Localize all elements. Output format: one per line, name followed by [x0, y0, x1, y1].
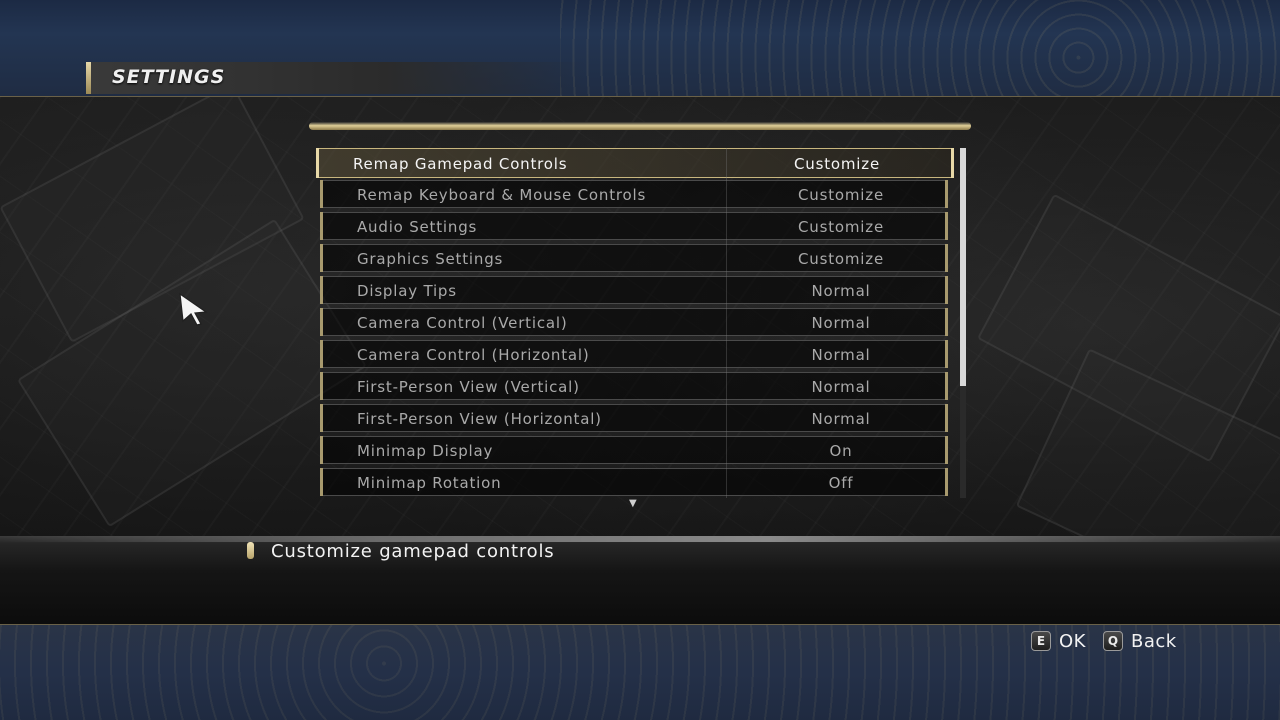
row-label: First-Person View (Vertical) — [357, 378, 580, 396]
row-value: Off — [828, 474, 854, 492]
settings-row-minimap-display[interactable]: Minimap Display On — [320, 436, 948, 464]
settings-row-camera-horizontal[interactable]: Camera Control (Horizontal) Normal — [320, 340, 948, 368]
settings-row-remap-keyboard-mouse[interactable]: Remap Keyboard & Mouse Controls Customiz… — [320, 180, 948, 208]
row-label: Display Tips — [357, 282, 457, 300]
column-divider — [726, 148, 727, 498]
row-label: Camera Control (Horizontal) — [357, 346, 590, 364]
settings-list: Remap Gamepad Controls Customize Remap K… — [316, 148, 954, 498]
scrollbar-thumb[interactable] — [960, 148, 966, 386]
description-marker-icon — [247, 542, 254, 559]
row-value: Normal — [811, 378, 871, 396]
row-label: Remap Gamepad Controls — [353, 155, 568, 173]
back-label: Back — [1131, 630, 1177, 652]
q-key-icon: Q — [1103, 631, 1123, 651]
row-value: Normal — [811, 410, 871, 428]
bottom-banner — [0, 624, 1280, 720]
settings-row-remap-gamepad[interactable]: Remap Gamepad Controls Customize — [316, 148, 954, 178]
row-label: Audio Settings — [357, 218, 478, 236]
description-bar — [0, 536, 1280, 624]
description-text: Customize gamepad controls — [271, 541, 555, 562]
row-value: Customize — [794, 155, 880, 173]
row-value: Normal — [811, 282, 871, 300]
row-value: Customize — [798, 186, 884, 204]
row-label: Remap Keyboard & Mouse Controls — [357, 186, 647, 204]
row-label: Minimap Display — [357, 442, 494, 460]
ok-label: OK — [1059, 630, 1086, 652]
row-value: Normal — [811, 314, 871, 332]
settings-row-first-person-vertical[interactable]: First-Person View (Vertical) Normal — [320, 372, 948, 400]
panel-top-border — [309, 122, 971, 130]
row-label: Minimap Rotation — [357, 474, 502, 492]
e-key-icon: E — [1031, 631, 1051, 651]
scroll-down-arrow-icon: ▼ — [629, 498, 637, 509]
settings-row-minimap-rotation[interactable]: Minimap Rotation Off — [320, 468, 948, 496]
settings-screen: SETTINGS Remap Gamepad Controls Customiz… — [0, 0, 1280, 720]
row-label: First-Person View (Horizontal) — [357, 410, 602, 428]
row-label: Graphics Settings — [357, 250, 504, 268]
page-title: SETTINGS — [112, 66, 226, 88]
settings-row-audio[interactable]: Audio Settings Customize — [320, 212, 948, 240]
settings-scrollbar[interactable] — [960, 148, 966, 498]
settings-row-camera-vertical[interactable]: Camera Control (Vertical) Normal — [320, 308, 948, 336]
settings-row-graphics[interactable]: Graphics Settings Customize — [320, 244, 948, 272]
ok-button[interactable]: E OK — [1031, 630, 1086, 652]
row-value: On — [829, 442, 853, 460]
title-bar: SETTINGS — [86, 62, 586, 94]
title-accent — [86, 62, 91, 94]
back-button[interactable]: Q Back — [1103, 630, 1177, 652]
row-value: Customize — [798, 218, 884, 236]
row-value: Customize — [798, 250, 884, 268]
pointer-cursor-icon — [179, 292, 208, 326]
row-value: Normal — [811, 346, 871, 364]
settings-row-display-tips[interactable]: Display Tips Normal — [320, 276, 948, 304]
settings-row-first-person-horizontal[interactable]: First-Person View (Horizontal) Normal — [320, 404, 948, 432]
row-label: Camera Control (Vertical) — [357, 314, 568, 332]
